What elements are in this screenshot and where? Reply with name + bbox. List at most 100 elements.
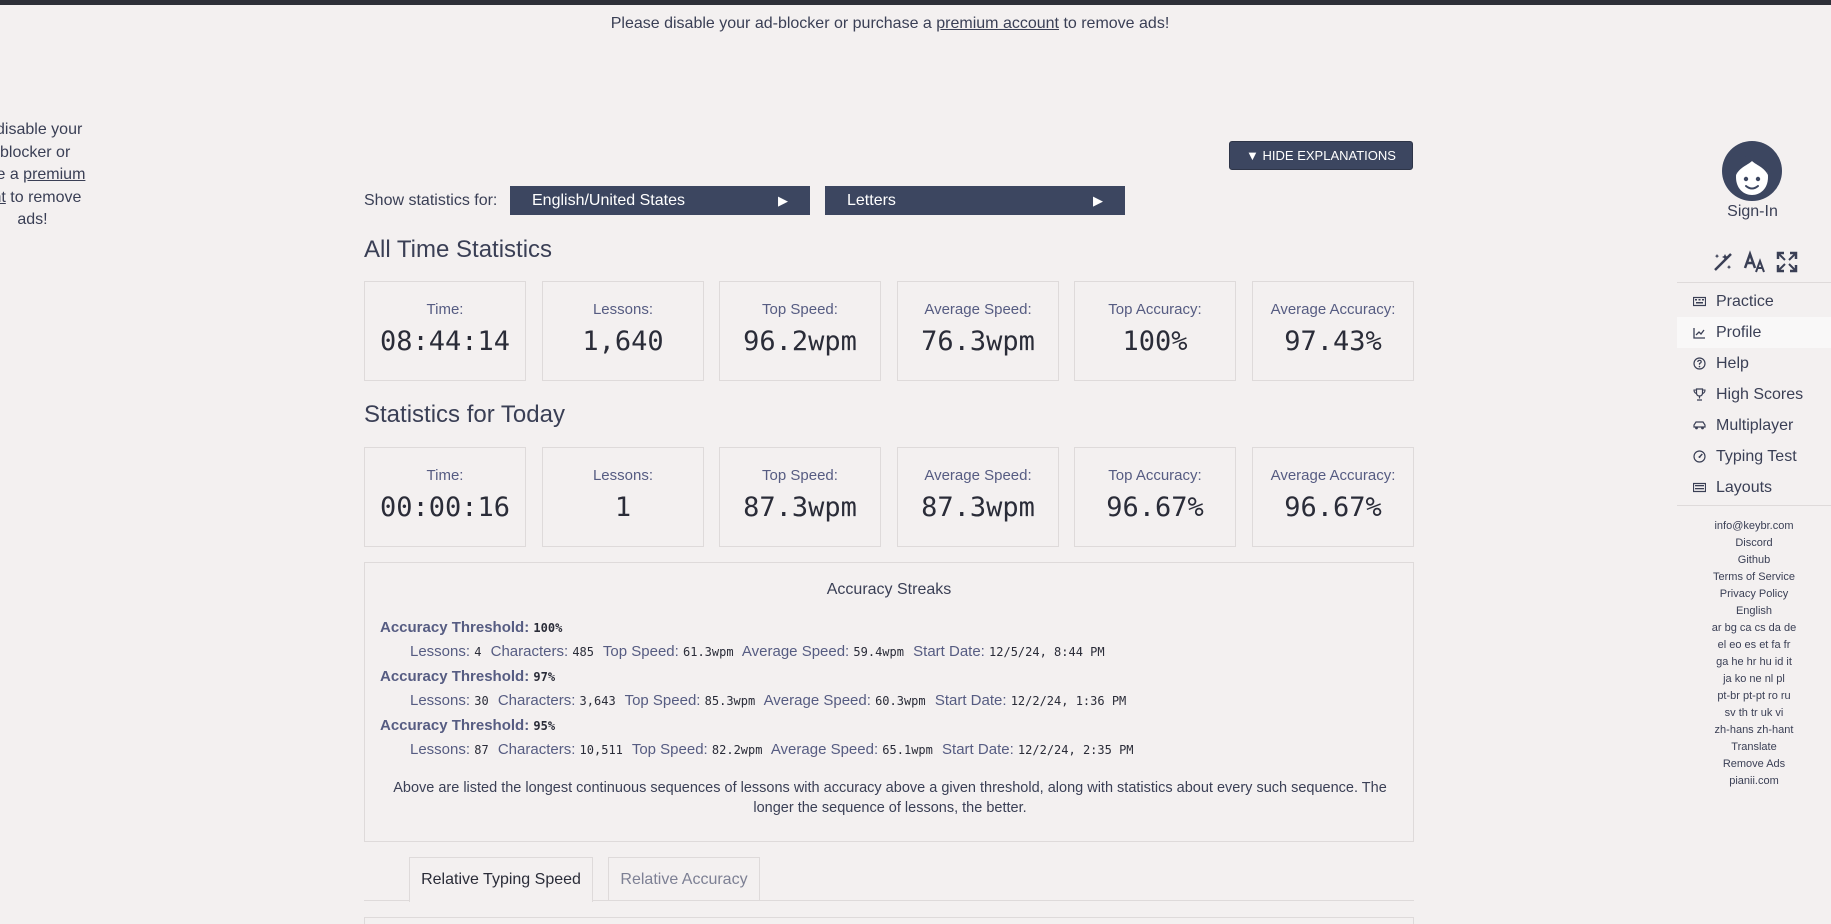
stat-card-top-speed: Top Speed: 96.2wpm bbox=[719, 281, 881, 381]
lessons-value: 4 bbox=[474, 645, 482, 659]
stat-card-top-accuracy: Top Accuracy: 100% bbox=[1074, 281, 1236, 381]
streaks-title: Accuracy Streaks bbox=[826, 581, 952, 598]
top-speed-label: Top Speed: bbox=[624, 692, 701, 709]
keyboard-icon bbox=[1693, 295, 1706, 308]
sidebar-item-label: Help bbox=[1716, 354, 1749, 372]
top-bar bbox=[0, 0, 1831, 5]
user-avatar-icon bbox=[1722, 141, 1782, 201]
translate-link[interactable]: Translate bbox=[1677, 739, 1831, 756]
language-links[interactable]: ja ko ne nl pl bbox=[1677, 671, 1831, 688]
sidebar-item-layouts[interactable]: Layouts bbox=[1677, 472, 1831, 503]
stat-label: Average Speed: bbox=[924, 467, 1032, 484]
terms-link[interactable]: Terms of Service bbox=[1677, 569, 1831, 586]
language-links[interactable]: ga he hr hu id it bbox=[1677, 654, 1831, 671]
stat-label: Top Speed: bbox=[762, 467, 838, 484]
language-select-value: English/United States bbox=[532, 191, 685, 209]
threshold-label: Accuracy Threshold: bbox=[380, 717, 530, 734]
lessons-label: Lessons: bbox=[410, 692, 471, 709]
language-links[interactable]: zh-hans zh-hant bbox=[1677, 722, 1831, 739]
premium-link-left[interactable]: premium bbox=[23, 166, 85, 183]
language-current[interactable]: English bbox=[1677, 603, 1831, 620]
top-speed-label: Top Speed: bbox=[602, 643, 679, 660]
stat-card-lessons: Lessons: 1,640 bbox=[542, 281, 704, 381]
avatar[interactable] bbox=[1722, 141, 1782, 201]
average-speed-label: Average Speed: bbox=[770, 741, 879, 758]
nav-divider bbox=[1677, 505, 1831, 506]
sidebar-nav: Practice Profile Help High Scores Multip… bbox=[1677, 286, 1831, 503]
characters-value: 485 bbox=[572, 645, 595, 659]
stat-value: 100% bbox=[1122, 326, 1188, 357]
threshold-row: Accuracy Threshold: 100% bbox=[380, 619, 562, 636]
today-heading: Statistics for Today bbox=[364, 401, 565, 428]
stat-value: 97.43% bbox=[1284, 326, 1382, 357]
ad-text-suffix: to remove ads! bbox=[1063, 15, 1170, 32]
stat-value: 00:00:16 bbox=[379, 492, 511, 523]
mode-select[interactable]: Letters ▶ bbox=[825, 186, 1125, 215]
characters-label: Characters: bbox=[497, 741, 576, 758]
sidebar-item-multiplayer[interactable]: Multiplayer bbox=[1677, 410, 1831, 441]
car-icon bbox=[1693, 419, 1706, 432]
average-speed-label: Average Speed: bbox=[741, 643, 850, 660]
keyboard-layout-icon bbox=[1693, 481, 1706, 494]
ad-left-line: ads! bbox=[17, 211, 48, 228]
stat-value: 96.2wpm bbox=[743, 326, 857, 357]
font-size-icon[interactable] bbox=[1743, 250, 1767, 274]
language-select[interactable]: English/United States ▶ bbox=[510, 186, 810, 215]
language-links[interactable]: pt-br pt-pt ro ru bbox=[1677, 688, 1831, 705]
email-link[interactable]: info@keybr.com bbox=[1677, 518, 1831, 535]
lessons-value: 30 bbox=[474, 694, 489, 708]
average-speed-label: Average Speed: bbox=[763, 692, 871, 709]
sidebar-item-typing-test[interactable]: Typing Test bbox=[1677, 441, 1831, 472]
top-speed-value: 82.2wpm bbox=[711, 743, 763, 757]
language-links[interactable]: el eo es et fa fr bbox=[1677, 637, 1831, 654]
stat-label: Average Speed: bbox=[924, 301, 1032, 318]
average-speed-value: 60.3wpm bbox=[875, 694, 926, 708]
account-link-left[interactable]: unt bbox=[0, 189, 6, 206]
sidebar-item-practice[interactable]: Practice bbox=[1677, 286, 1831, 317]
language-links[interactable]: ar bg ca cs da de bbox=[1677, 620, 1831, 637]
sidebar-item-help[interactable]: Help bbox=[1677, 348, 1831, 379]
help-icon bbox=[1693, 357, 1706, 370]
privacy-link[interactable]: Privacy Policy bbox=[1677, 586, 1831, 603]
language-links[interactable]: sv th tr uk vi bbox=[1677, 705, 1831, 722]
threshold-value: 100% bbox=[533, 621, 563, 635]
pianii-link[interactable]: pianii.com bbox=[1677, 773, 1831, 790]
ad-notice-top: Please disable your ad-blocker or purcha… bbox=[0, 15, 1780, 33]
start-date-value: 12/2/24, 1:36 PM bbox=[1010, 694, 1127, 708]
sign-in-link[interactable]: Sign-In bbox=[1680, 203, 1825, 221]
discord-link[interactable]: Discord bbox=[1677, 535, 1831, 552]
nav-divider bbox=[1677, 282, 1831, 283]
stat-value: 87.3wpm bbox=[921, 492, 1035, 523]
stat-value: 96.67% bbox=[1106, 492, 1204, 523]
github-link[interactable]: Github bbox=[1677, 552, 1831, 569]
play-arrow-icon: ▶ bbox=[1093, 192, 1103, 208]
sidebar-item-profile[interactable]: Profile bbox=[1677, 317, 1831, 348]
characters-value: 3,643 bbox=[579, 694, 616, 708]
fullscreen-icon[interactable] bbox=[1775, 250, 1799, 274]
start-date-value: 12/2/24, 2:35 PM bbox=[1017, 743, 1134, 757]
sidebar-item-high-scores[interactable]: High Scores bbox=[1677, 379, 1831, 410]
chart-panel bbox=[364, 917, 1414, 924]
sidebar-item-label: Typing Test bbox=[1716, 447, 1797, 465]
tab-relative-typing-speed[interactable]: Relative Typing Speed bbox=[409, 857, 593, 902]
stat-label: Lessons: bbox=[592, 301, 654, 318]
stat-card-time: Time: 00:00:16 bbox=[364, 447, 526, 547]
start-date-label: Start Date: bbox=[934, 692, 1007, 709]
stat-label: Time: bbox=[426, 301, 464, 318]
hide-explanations-button[interactable]: ▼ HIDE EXPLANATIONS bbox=[1229, 141, 1413, 170]
tab-relative-accuracy[interactable]: Relative Accuracy bbox=[608, 857, 760, 901]
theme-toggle-icon[interactable] bbox=[1711, 250, 1735, 274]
ad-left-line: ase a bbox=[0, 166, 19, 183]
ad-text: Please disable your ad-blocker or purcha… bbox=[610, 15, 932, 32]
remove-ads-link[interactable]: Remove Ads bbox=[1677, 756, 1831, 773]
ad-left-line: e disable your bbox=[0, 121, 83, 138]
stat-card-top-speed: Top Speed: 87.3wpm bbox=[719, 447, 881, 547]
streaks-explanation: Above are listed the longest continuous … bbox=[393, 780, 1387, 816]
sidebar-item-label: Profile bbox=[1716, 323, 1762, 341]
stat-value: 76.3wpm bbox=[921, 326, 1035, 357]
all-time-heading: All Time Statistics bbox=[364, 236, 553, 263]
characters-label: Characters: bbox=[490, 643, 569, 660]
premium-account-link[interactable]: premium account bbox=[936, 15, 1059, 32]
characters-label: Characters: bbox=[497, 692, 576, 709]
stat-value: 1 bbox=[614, 492, 632, 523]
